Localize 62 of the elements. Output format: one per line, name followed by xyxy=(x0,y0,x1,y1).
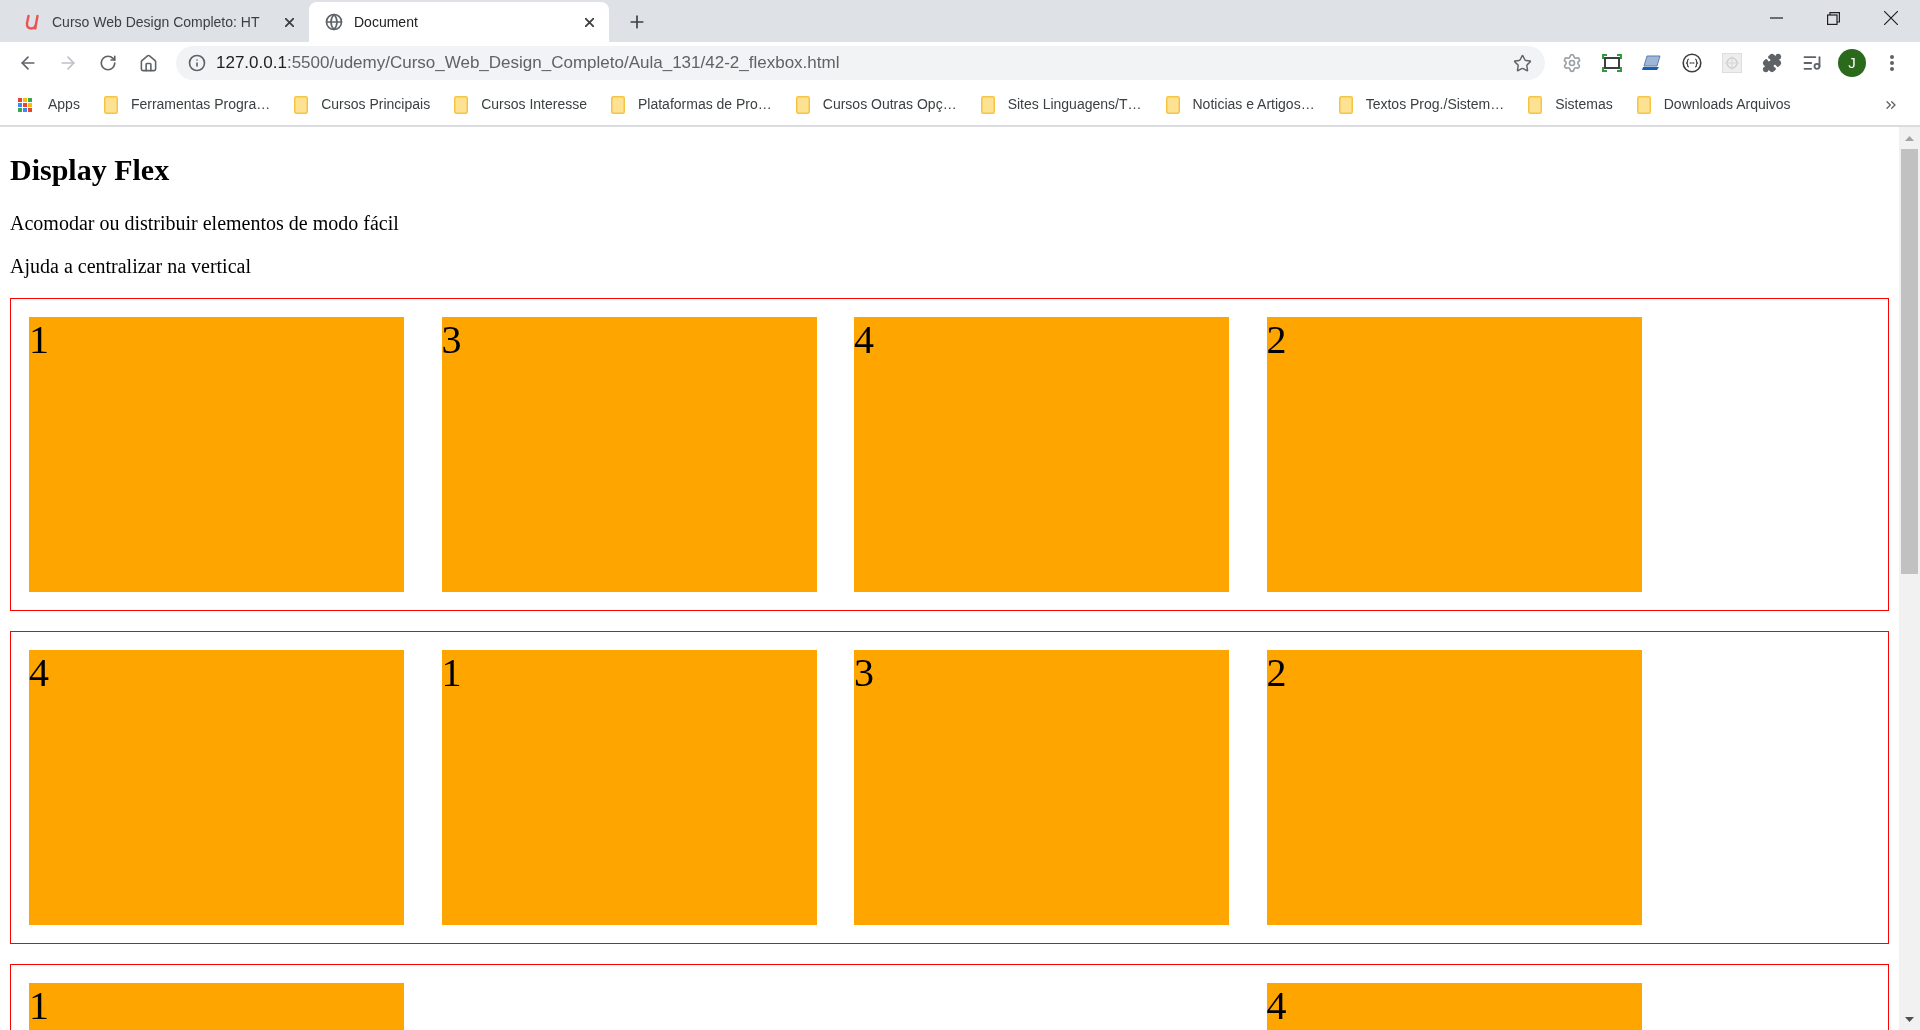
profile-avatar[interactable]: J xyxy=(1838,49,1866,77)
braces-circle-icon xyxy=(1682,53,1702,73)
folder-icon xyxy=(980,95,995,114)
bookmark-folder[interactable]: Downloads Arquivos xyxy=(1632,89,1795,120)
flex-item: 2 xyxy=(1266,317,1642,592)
info-icon xyxy=(188,54,206,72)
scrollbar[interactable] xyxy=(1899,127,1920,1030)
folder-icon xyxy=(294,95,309,114)
folder-icon xyxy=(795,95,810,114)
folder-icon xyxy=(1338,95,1353,114)
laptop-icon xyxy=(1642,55,1662,71)
home-icon xyxy=(138,53,158,73)
bookmark-folder[interactable]: Textos Prog./Sistem… xyxy=(1334,89,1509,120)
bookmark-folder[interactable]: Cursos Outras Opç… xyxy=(791,89,961,120)
bookmark-folder[interactable]: Sistemas xyxy=(1524,89,1617,120)
folder-icon xyxy=(1636,95,1651,114)
bookmark-folder[interactable]: Ferramentas Progra… xyxy=(99,89,275,120)
restore-icon xyxy=(1827,11,1840,25)
browser-tab[interactable]: Curso Web Design Completo: HT xyxy=(9,2,309,42)
minimize-icon xyxy=(1770,17,1783,19)
flex-item: 1 xyxy=(29,317,404,592)
flex-item: 3 xyxy=(441,317,817,592)
bookmark-folder[interactable]: Plataformas de Pro… xyxy=(606,89,776,120)
bookmark-folder[interactable]: Sites Linguagens/T… xyxy=(976,89,1146,120)
folder-icon xyxy=(103,95,118,114)
screen-capture-icon xyxy=(1602,54,1622,72)
bookmark-folder[interactable]: Noticias e Artigos… xyxy=(1161,89,1319,120)
menu-icon xyxy=(1890,55,1894,71)
browser-tab[interactable]: Document xyxy=(309,2,609,42)
folder-icon xyxy=(610,95,625,114)
page-heading: Display Flex xyxy=(10,153,170,187)
flex-item: 1 xyxy=(441,650,817,925)
gear-icon xyxy=(1562,53,1582,73)
folder-icon xyxy=(454,95,469,114)
flex-item: 3 xyxy=(854,650,1229,925)
paragraph: Ajuda a centralizar na vertical xyxy=(10,255,251,278)
folder-icon xyxy=(1528,95,1543,114)
scroll-down-arrow-icon[interactable] xyxy=(1905,1016,1914,1022)
globe-icon xyxy=(325,13,343,31)
bookmark-folder[interactable]: Cursos Principais xyxy=(290,89,435,120)
apps-grid-icon xyxy=(18,97,32,112)
reload-icon xyxy=(99,54,117,72)
playlist-icon xyxy=(1802,53,1822,73)
flex-item: 4 xyxy=(854,317,1229,592)
address-bar[interactable]: 127.0.0.1:5500/udemy/Curso_Web_Design_Completo/Aula_131/42-2_flexbox.html xyxy=(176,46,1545,80)
paragraph: Acomodar ou distribuir elementos de modo fácil xyxy=(10,212,399,235)
apps-shortcut[interactable]: Apps xyxy=(14,89,84,120)
folder-icon xyxy=(1165,95,1180,114)
flex-item: 1 xyxy=(29,983,404,1030)
flex-item: 4 xyxy=(1266,983,1642,1030)
close-icon xyxy=(284,17,294,27)
crosshair-icon xyxy=(1722,53,1742,73)
scrollbar-thumb[interactable] xyxy=(1901,149,1918,574)
logo-icon xyxy=(25,14,41,30)
flex-item: 2 xyxy=(1266,650,1642,925)
url-text: 127.0.0.1:5500/udemy/Curso_Web_Design_Completo/Aula_131/42-2_flexbox.html xyxy=(216,52,840,74)
close-icon xyxy=(1884,11,1898,25)
flex-item: 4 xyxy=(29,650,404,925)
bookmark-folder[interactable]: Cursos Interesse xyxy=(450,89,591,120)
bookmark-star-icon[interactable] xyxy=(1513,53,1532,73)
close-icon xyxy=(584,17,594,27)
puzzle-icon xyxy=(1762,53,1782,73)
